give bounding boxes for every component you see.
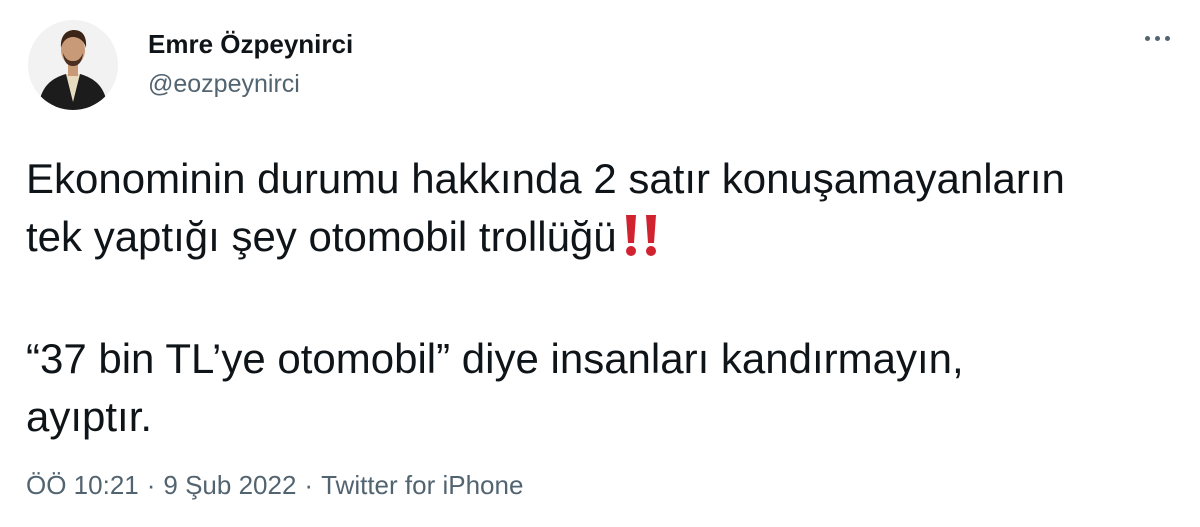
meta-separator: ·	[146, 470, 156, 500]
profile-photo-icon	[28, 20, 118, 110]
avatar[interactable]	[28, 20, 118, 110]
tweet-line-3: “37 bin TL’ye otomobil” diye insanları k…	[26, 335, 964, 382]
author-names: Emre Özpeynirci @eozpeynirci	[148, 28, 353, 100]
more-horizontal-icon	[1165, 36, 1170, 41]
tweet-line-2: tek yaptığı şey otomobil trollüğü	[26, 213, 617, 260]
more-horizontal-icon	[1155, 36, 1160, 41]
tweet-header: Emre Özpeynirci @eozpeynirci	[28, 20, 353, 110]
tweet-meta: ÖÖ 10:21 · 9 Şub 2022 · Twitter for iPho…	[26, 468, 523, 502]
tweet-source[interactable]: Twitter for iPhone	[321, 468, 523, 502]
more-horizontal-icon	[1145, 36, 1150, 41]
double-exclamation-emoji	[621, 213, 661, 272]
author-display-name[interactable]: Emre Özpeynirci	[148, 28, 353, 60]
author-handle[interactable]: @eozpeynirci	[148, 68, 353, 100]
more-options-button[interactable]	[1139, 30, 1176, 47]
tweet-time[interactable]: ÖÖ 10:21	[26, 468, 139, 502]
tweet-line-4: ayıptır.	[26, 393, 153, 440]
tweet-date[interactable]: 9 Şub 2022	[163, 468, 296, 502]
tweet-line-1: Ekonominin durumu hakkında 2 satır konuş…	[26, 155, 1065, 202]
tweet-card: Emre Özpeynirci @eozpeynirci Ekonominin …	[0, 0, 1200, 527]
tweet-text: Ekonominin durumu hakkında 2 satır konuş…	[26, 150, 1186, 446]
meta-separator: ·	[304, 470, 314, 500]
